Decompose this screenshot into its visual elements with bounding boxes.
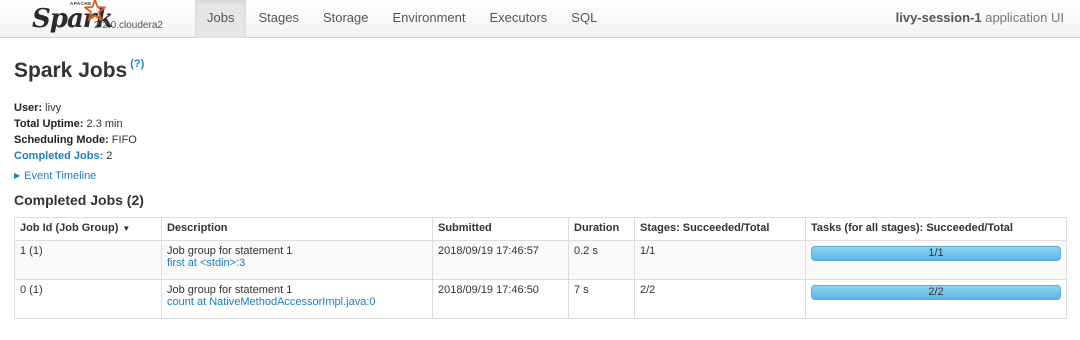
cell-job-id: 1 (1) bbox=[14, 240, 162, 280]
user-label: User: bbox=[14, 102, 43, 114]
cell-stages: 2/2 bbox=[634, 279, 806, 319]
col-tasks[interactable]: Tasks (for all stages): Succeeded/Total bbox=[805, 217, 1067, 241]
uptime-label: Total Uptime: bbox=[14, 118, 84, 130]
job-group-text: Job group for statement 1 bbox=[167, 245, 293, 257]
application-title: livy-session-1 application UI bbox=[896, 0, 1064, 36]
cell-submitted: 2018/09/19 17:46:50 bbox=[432, 279, 569, 319]
help-link[interactable]: (?) bbox=[130, 58, 144, 70]
summary-uptime: Total Uptime: 2.3 min bbox=[14, 116, 137, 132]
summary-scheduling-mode: Scheduling Mode: FIFO bbox=[14, 132, 137, 148]
completed-jobs-link[interactable]: Completed Jobs: bbox=[14, 150, 103, 162]
top-navbar: APACHE Spark 2.2.0.cloudera2 Jobs Stages… bbox=[0, 0, 1080, 38]
col-stages[interactable]: Stages: Succeeded/Total bbox=[634, 217, 806, 241]
cell-duration: 7 s bbox=[568, 279, 635, 319]
cell-submitted: 2018/09/19 17:46:57 bbox=[432, 240, 569, 280]
tab-sql[interactable]: SQL bbox=[559, 0, 609, 38]
cell-duration: 0.2 s bbox=[568, 240, 635, 280]
completed-jobs-value: 2 bbox=[103, 150, 113, 162]
page-title-text: Spark Jobs bbox=[14, 59, 128, 82]
table-row: 0 (1) Job group for statement 1 count at… bbox=[14, 279, 1067, 319]
event-timeline-label: Event Timeline bbox=[24, 170, 97, 182]
tab-environment[interactable]: Environment bbox=[381, 0, 478, 38]
tab-jobs[interactable]: Jobs bbox=[195, 0, 247, 38]
application-suffix: application UI bbox=[981, 10, 1064, 25]
table-row: 1 (1) Job group for statement 1 first at… bbox=[14, 240, 1067, 280]
completed-jobs-table: Job Id (Job Group) ▼ Description Submitte… bbox=[14, 217, 1067, 319]
spark-star-icon bbox=[84, 0, 106, 21]
summary-user: User: livy bbox=[14, 100, 137, 116]
scheduling-mode-label: Scheduling Mode: bbox=[14, 134, 109, 146]
col-description[interactable]: Description bbox=[161, 217, 433, 241]
job-group-text: Job group for statement 1 bbox=[167, 284, 293, 296]
cell-description: Job group for statement 1 count at Nativ… bbox=[161, 279, 433, 319]
table-header-row: Job Id (Job Group) ▼ Description Submitte… bbox=[14, 217, 1067, 241]
tasks-progress-bar: 1/1 bbox=[811, 246, 1061, 261]
sort-desc-icon: ▼ bbox=[122, 224, 131, 233]
job-summary: User: livy Total Uptime: 2.3 min Schedul… bbox=[14, 100, 137, 164]
page-title: Spark Jobs (?) bbox=[14, 58, 144, 83]
cell-stages: 1/1 bbox=[634, 240, 806, 280]
job-detail-link[interactable]: first at <stdin>:3 bbox=[167, 257, 427, 269]
col-duration[interactable]: Duration bbox=[568, 217, 635, 241]
scheduling-mode-value: FIFO bbox=[108, 134, 137, 146]
col-job-id-label: Job Id (Job Group) bbox=[20, 222, 119, 234]
col-job-id[interactable]: Job Id (Job Group) ▼ bbox=[14, 217, 162, 241]
cell-job-id: 0 (1) bbox=[14, 279, 162, 319]
uptime-value: 2.3 min bbox=[83, 118, 123, 130]
completed-jobs-heading[interactable]: Completed Jobs (2) bbox=[14, 192, 144, 208]
tasks-progress-bar: 2/2 bbox=[811, 285, 1061, 300]
cell-tasks: 1/1 bbox=[805, 240, 1067, 280]
nav-tabs: Jobs Stages Storage Environment Executor… bbox=[195, 0, 609, 38]
col-submitted[interactable]: Submitted bbox=[432, 217, 569, 241]
summary-completed-jobs: Completed Jobs: 2 bbox=[14, 148, 137, 164]
user-value: livy bbox=[42, 102, 62, 114]
tab-executors[interactable]: Executors bbox=[477, 0, 559, 38]
tab-storage[interactable]: Storage bbox=[311, 0, 381, 38]
job-detail-link[interactable]: count at NativeMethodAccessorImpl.java:0 bbox=[167, 296, 427, 308]
event-timeline-toggle[interactable]: ▶ Event Timeline bbox=[14, 170, 96, 182]
triangle-right-icon: ▶ bbox=[14, 171, 21, 180]
tab-stages[interactable]: Stages bbox=[246, 0, 310, 38]
cell-description: Job group for statement 1 first at <stdi… bbox=[161, 240, 433, 280]
application-name: livy-session-1 bbox=[895, 10, 982, 25]
cell-tasks: 2/2 bbox=[805, 279, 1067, 319]
spark-version: 2.2.0.cloudera2 bbox=[94, 20, 163, 31]
spark-logo[interactable]: APACHE Spark 2.2.0.cloudera2 bbox=[28, 0, 198, 38]
